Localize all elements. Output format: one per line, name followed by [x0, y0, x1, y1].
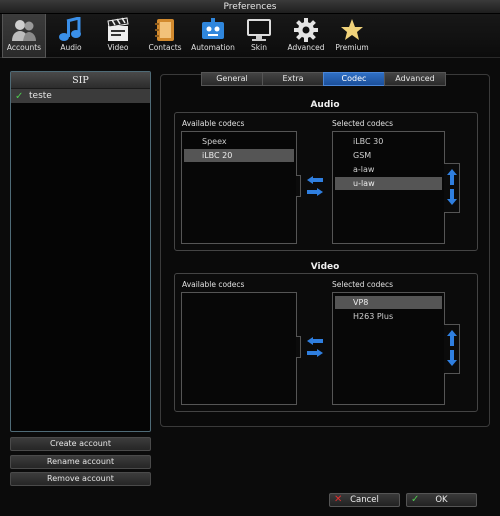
audio-selected-list[interactable]: iLBC 30 GSM a-law u-law [332, 131, 445, 244]
toolbar-accounts[interactable]: Accounts [2, 14, 46, 58]
skin-icon [247, 19, 271, 41]
video-available-list[interactable] [181, 292, 297, 405]
video-codec-group: Available codecs Selected codecs VP8 H26… [174, 273, 478, 412]
list-item[interactable]: iLBC 20 [184, 149, 294, 162]
video-available-label: Available codecs [182, 280, 245, 289]
tab-advanced[interactable]: Advanced [384, 72, 446, 86]
toolbar-label: Skin [251, 43, 267, 52]
audio-available-list[interactable]: Speex iLBC 20 [181, 131, 297, 244]
list-item[interactable]: Speex [184, 135, 294, 148]
tab-extra[interactable]: Extra [262, 72, 324, 86]
accounts-icon [12, 20, 36, 41]
toolbar-label: Advanced [287, 43, 325, 52]
audio-icon [59, 17, 81, 41]
account-item[interactable]: ✓ teste [11, 89, 150, 103]
toolbar-label: Accounts [6, 43, 42, 52]
list-item[interactable]: GSM [335, 149, 442, 162]
contacts-icon [155, 19, 174, 41]
toolbar-skin[interactable]: Skin [239, 14, 279, 58]
video-icon [107, 17, 129, 41]
move-left-arrow-icon[interactable] [307, 337, 323, 345]
toolbar-label: Contacts [148, 43, 182, 52]
sip-header: SIP [11, 72, 150, 89]
cancel-label: Cancel [350, 495, 379, 505]
list-item[interactable]: u-law [335, 177, 442, 190]
move-right-arrow-icon[interactable] [307, 188, 323, 196]
list-item[interactable]: a-law [335, 163, 442, 176]
automation-icon [202, 18, 224, 39]
list-notch [296, 336, 301, 358]
accounts-panel: SIP ✓ teste [10, 71, 151, 432]
toolbar-contacts[interactable]: Contacts [143, 14, 187, 58]
list-item[interactable]: iLBC 30 [335, 135, 442, 148]
list-item[interactable]: H263 Plus [335, 310, 442, 323]
audio-section-title: Audio [310, 100, 340, 110]
remove-account-button[interactable]: Remove account [10, 472, 151, 486]
move-left-arrow-icon[interactable] [307, 176, 323, 184]
audio-available-label: Available codecs [182, 119, 245, 128]
ok-label: OK [435, 495, 448, 505]
move-up-arrow-icon[interactable] [447, 169, 457, 185]
settings-tabs: General Extra Codec Advanced [201, 72, 446, 86]
ok-button[interactable]: ✓ OK [406, 493, 477, 507]
cancel-button[interactable]: ✕ Cancel [329, 493, 400, 507]
audio-codec-group: Available codecs Selected codecs Speex i… [174, 112, 478, 251]
toolbar-advanced[interactable]: Advanced [283, 14, 329, 58]
list-item[interactable]: VP8 [335, 296, 442, 309]
checkmark-icon: ✓ [15, 90, 24, 102]
preferences-toolbar: Accounts Audio Video Contacts Automation… [0, 14, 500, 58]
move-down-arrow-icon[interactable] [447, 350, 457, 366]
toolbar-label: Premium [335, 43, 369, 52]
toolbar-label: Automation [191, 43, 235, 52]
toolbar-video[interactable]: Video [96, 14, 140, 58]
video-selected-list[interactable]: VP8 H263 Plus [332, 292, 445, 405]
toolbar-automation[interactable]: Automation [190, 14, 236, 58]
create-account-button[interactable]: Create account [10, 437, 151, 451]
toolbar-label: Audio [60, 43, 82, 52]
move-up-arrow-icon[interactable] [447, 330, 457, 346]
toolbar-label: Video [107, 43, 129, 52]
window-title: Preferences [0, 0, 500, 14]
audio-selected-label: Selected codecs [332, 119, 394, 128]
account-name: teste [29, 91, 52, 101]
gear-icon [294, 18, 318, 42]
rename-account-button[interactable]: Rename account [10, 455, 151, 469]
video-selected-label: Selected codecs [332, 280, 394, 289]
move-down-arrow-icon[interactable] [447, 189, 457, 205]
video-section-title: Video [310, 262, 340, 272]
move-right-arrow-icon[interactable] [307, 349, 323, 357]
tab-general[interactable]: General [201, 72, 263, 86]
tab-codec[interactable]: Codec [323, 72, 385, 86]
toolbar-audio[interactable]: Audio [49, 14, 93, 58]
toolbar-premium[interactable]: Premium [332, 14, 372, 58]
star-icon [341, 19, 363, 40]
list-notch [296, 175, 301, 197]
